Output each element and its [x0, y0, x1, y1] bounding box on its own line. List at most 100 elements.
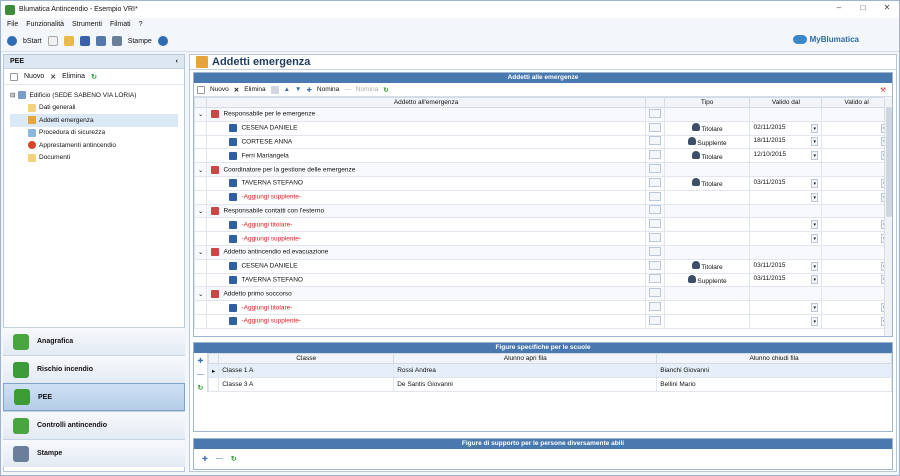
- cell-action[interactable]: [644, 244, 665, 260]
- addetti-new-button[interactable]: Nuovo: [210, 86, 229, 93]
- edit-icon[interactable]: [648, 164, 661, 174]
- cell-addetto[interactable]: Addetto antincendio ed evacuazione: [206, 244, 646, 260]
- cell-valido-dal[interactable]: 03/11/2015 ▾: [749, 272, 823, 288]
- menu-funzionalita[interactable]: Funzionalità: [26, 21, 64, 28]
- date-dropdown[interactable]: ▾: [811, 178, 819, 188]
- tree-item-procedura[interactable]: Procedura di sicurezza: [10, 127, 178, 140]
- refresh-icon[interactable]: ↻: [91, 73, 97, 81]
- menu-help[interactable]: ?: [139, 21, 143, 28]
- date-dropdown[interactable]: ▾: [811, 275, 819, 285]
- cell-valido-dal[interactable]: ▾: [749, 189, 823, 205]
- remove-icon[interactable]: —: [216, 455, 223, 463]
- cell-tipo[interactable]: [663, 286, 751, 302]
- cell-tipo[interactable]: [663, 203, 751, 219]
- cell-addetto[interactable]: -Aggiungi supplente-: [206, 231, 646, 246]
- cell-action[interactable]: [644, 300, 665, 315]
- refresh-icon[interactable]: ↻: [198, 384, 204, 392]
- row-indicator[interactable]: [193, 258, 208, 274]
- col-tipo[interactable]: Tipo: [663, 97, 751, 108]
- tree-root[interactable]: ⊟ Edificio (SEDE SABENO VIA LORIA): [10, 89, 178, 102]
- table-row[interactable]: TAVERNA STEFANO Titolare 03/11/2015 ▾▾: [193, 175, 892, 191]
- addetti-scrollbar[interactable]: [884, 97, 892, 336]
- minimize-button[interactable]: –: [833, 3, 845, 13]
- add-icon[interactable]: ✚: [198, 357, 204, 365]
- cell-chiudi-fila[interactable]: Bianchi Giovanni: [656, 363, 892, 378]
- brand-logo[interactable]: MyBlumatica: [792, 35, 859, 44]
- edit-icon[interactable]: [648, 150, 661, 160]
- cell-action[interactable]: [644, 148, 665, 164]
- edit-icon[interactable]: [648, 274, 661, 284]
- cell-apri-fila[interactable]: De Santis Giovanni: [393, 377, 658, 392]
- cell-action[interactable]: [644, 134, 665, 150]
- table-row[interactable]: Ferri Mariangela Titolare 12/10/2015 ▾▾: [193, 148, 892, 164]
- table-row[interactable]: CESENA DANIELE Titolare 02/11/2015 ▾▾: [193, 120, 892, 136]
- cell-valido-dal[interactable]: [749, 162, 823, 177]
- cell-valido-dal[interactable]: ▾: [749, 313, 823, 329]
- cell-valido-dal[interactable]: ▾: [749, 300, 823, 315]
- help-icon[interactable]: [157, 36, 168, 46]
- refresh-icon[interactable]: ↻: [383, 86, 388, 94]
- cell-valido-dal[interactable]: [749, 244, 823, 260]
- copy-icon[interactable]: [270, 85, 279, 94]
- nav-stampe[interactable]: Stampe: [3, 439, 185, 467]
- cell-valido-al[interactable]: ▾: [821, 272, 892, 288]
- cell-action[interactable]: [644, 313, 665, 329]
- edit-icon[interactable]: [648, 302, 661, 312]
- nav-rischio-incendio[interactable]: Rischio incendio: [3, 355, 185, 383]
- cell-addetto[interactable]: CESENA DANIELE: [206, 258, 646, 274]
- save-icon[interactable]: [79, 36, 90, 46]
- cell-tipo[interactable]: [663, 300, 751, 315]
- cell-tipo[interactable]: Supplente: [663, 134, 751, 150]
- date-dropdown[interactable]: ▾: [811, 220, 819, 230]
- maximize-button[interactable]: □: [857, 3, 869, 13]
- new-file-icon[interactable]: [47, 36, 58, 46]
- row-indicator[interactable]: [193, 272, 208, 288]
- cell-addetto[interactable]: -Aggiungi titolare-: [206, 217, 646, 233]
- cell-valido-dal[interactable]: 03/11/2015 ▾: [749, 175, 823, 191]
- cell-action[interactable]: [644, 120, 665, 136]
- nomina-remove-button[interactable]: Nomina: [356, 86, 378, 93]
- cell-valido-al[interactable]: ▾: [821, 217, 892, 233]
- cell-action[interactable]: [644, 203, 665, 219]
- group-row[interactable]: ⌄ Responsabile contatti con l'esterno: [193, 203, 892, 219]
- row-indicator[interactable]: [193, 175, 208, 191]
- group-row[interactable]: ⌄ Addetto antincendio ed evacuazione: [193, 244, 892, 260]
- date-dropdown[interactable]: ▾: [811, 316, 819, 326]
- table-row[interactable]: -Aggiungi supplente- ▾▾: [193, 231, 892, 246]
- edit-icon[interactable]: [648, 177, 661, 187]
- cell-apri-fila[interactable]: Rossi Andrea: [393, 363, 658, 378]
- cell-addetto[interactable]: -Aggiungi supplente-: [206, 313, 646, 329]
- menu-file[interactable]: File: [7, 21, 18, 28]
- cell-tipo[interactable]: Titolare: [663, 120, 751, 136]
- move-up-icon[interactable]: ▲: [284, 86, 290, 93]
- row-indicator[interactable]: ⌄: [193, 203, 208, 219]
- cell-chiudi-fila[interactable]: Bellini Mario: [656, 377, 892, 392]
- cell-tipo[interactable]: [663, 217, 751, 233]
- nav-controlli[interactable]: Controlli antincendio: [3, 411, 185, 439]
- cell-tipo[interactable]: [663, 231, 751, 246]
- cell-valido-dal[interactable]: [749, 107, 823, 122]
- edit-icon[interactable]: [648, 233, 661, 243]
- row-indicator[interactable]: [193, 313, 208, 329]
- edit-icon[interactable]: [648, 191, 661, 201]
- col-addetto[interactable]: Addetto all'emergenza: [206, 97, 646, 108]
- cell-addetto[interactable]: TAVERNA STEFANO: [206, 272, 646, 288]
- table-row[interactable]: -Aggiungi supplente- ▾▾: [193, 189, 892, 205]
- tools-icon[interactable]: ⚒: [880, 86, 886, 94]
- tree-item-addetti-emergenza[interactable]: Addetti emergenza: [10, 114, 178, 127]
- date-dropdown[interactable]: ▾: [811, 303, 819, 313]
- cell-action[interactable]: [644, 217, 665, 233]
- nav-anagrafica[interactable]: Anagrafica: [3, 327, 185, 355]
- cell-addetto[interactable]: Responsabile per le emergenze: [206, 107, 646, 122]
- cell-valido-dal[interactable]: 02/11/2015 ▾: [749, 120, 823, 136]
- cell-addetto[interactable]: CORTESE ANNA: [206, 134, 646, 150]
- cell-valido-dal[interactable]: [749, 203, 823, 219]
- edit-icon[interactable]: [648, 122, 661, 132]
- cell-valido-al[interactable]: ▾: [821, 189, 892, 205]
- row-indicator[interactable]: ⌄: [193, 162, 208, 177]
- edit-icon[interactable]: [648, 136, 661, 146]
- cell-valido-dal[interactable]: ▾: [749, 217, 823, 233]
- cell-addetto[interactable]: Ferri Mariangela: [206, 148, 646, 164]
- row-indicator[interactable]: [193, 217, 208, 233]
- edit-icon[interactable]: [648, 219, 661, 229]
